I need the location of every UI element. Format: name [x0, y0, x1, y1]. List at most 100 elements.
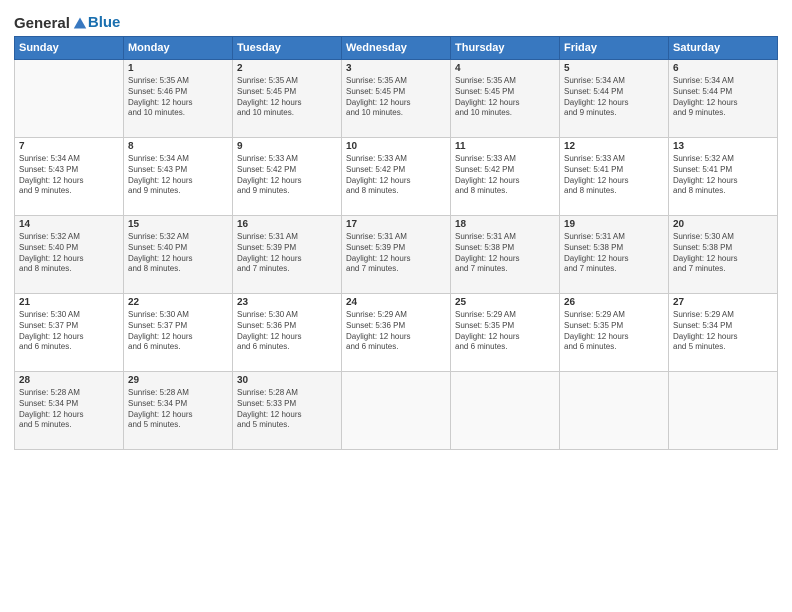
- calendar-day-cell: 25Sunrise: 5:29 AMSunset: 5:35 PMDayligh…: [451, 294, 560, 372]
- day-info: Sunrise: 5:29 AMSunset: 5:35 PMDaylight:…: [564, 310, 664, 353]
- day-info: Sunrise: 5:30 AMSunset: 5:37 PMDaylight:…: [19, 310, 119, 353]
- day-info: Sunrise: 5:30 AMSunset: 5:36 PMDaylight:…: [237, 310, 337, 353]
- calendar-day-cell: 18 Sunrise: 5:31 AMSunset: 5:38 PMDayligh…: [451, 216, 560, 294]
- day-number: 8: [128, 141, 228, 152]
- day-number: 5: [564, 63, 664, 74]
- day-info: Sunrise: 5:33 AMSunset: 5:42 PMDaylight:…: [237, 154, 337, 197]
- calendar-day-cell: 26Sunrise: 5:29 AMSunset: 5:35 PMDayligh…: [560, 294, 669, 372]
- day-info: Sunrise: 5:31 AMSunset: 5:38 PMDaylight:…: [564, 232, 664, 275]
- calendar-day-cell: 17 Sunrise: 5:31 AMSunset: 5:39 PMDayligh…: [342, 216, 451, 294]
- day-number: 7: [19, 141, 119, 152]
- day-info: Sunrise: 5:34 AMSunset: 5:44 PMDaylight:…: [564, 76, 664, 119]
- calendar-day-cell: 5 Sunrise: 5:34 AMSunset: 5:44 PMDaylight…: [560, 60, 669, 138]
- calendar-day-cell: 13 Sunrise: 5:32 AMSunset: 5:41 PMDayligh…: [669, 138, 778, 216]
- calendar-day-cell: [669, 372, 778, 450]
- day-number: 6: [673, 63, 773, 74]
- day-info: Sunrise: 5:32 AMSunset: 5:41 PMDaylight:…: [673, 154, 773, 197]
- day-number: 9: [237, 141, 337, 152]
- day-number: 17: [346, 219, 446, 230]
- day-info: Sunrise: 5:31 AMSunset: 5:39 PMDaylight:…: [346, 232, 446, 275]
- day-number: 13: [673, 141, 773, 152]
- calendar-day-cell: [560, 372, 669, 450]
- calendar-day-cell: 10 Sunrise: 5:33 AMSunset: 5:42 PMDayligh…: [342, 138, 451, 216]
- weekday-header-cell: Wednesday: [342, 37, 451, 60]
- logo-icon: [72, 16, 88, 30]
- day-number: 11: [455, 141, 555, 152]
- day-info: Sunrise: 5:30 AMSunset: 5:38 PMDaylight:…: [673, 232, 773, 275]
- weekday-header-cell: Sunday: [15, 37, 124, 60]
- logo-blue: Blue: [88, 14, 121, 31]
- calendar-day-cell: 4 Sunrise: 5:35 AMSunset: 5:45 PMDaylight…: [451, 60, 560, 138]
- day-info: Sunrise: 5:29 AMSunset: 5:34 PMDaylight:…: [673, 310, 773, 353]
- calendar-day-cell: [451, 372, 560, 450]
- day-number: 20: [673, 219, 773, 230]
- day-number: 24: [346, 297, 446, 308]
- logo-general: General: [14, 15, 70, 32]
- day-info: Sunrise: 5:28 AMSunset: 5:34 PMDaylight:…: [19, 388, 119, 431]
- weekday-header-cell: Friday: [560, 37, 669, 60]
- day-number: 18: [455, 219, 555, 230]
- calendar-day-cell: 12 Sunrise: 5:33 AMSunset: 5:41 PMDayligh…: [560, 138, 669, 216]
- day-number: 27: [673, 297, 773, 308]
- calendar-day-cell: 2Sunrise: 5:35 AMSunset: 5:45 PMDaylight…: [233, 60, 342, 138]
- calendar-week-row: 7 Sunrise: 5:34 AMSunset: 5:43 PMDaylight…: [15, 138, 778, 216]
- calendar-day-cell: 6 Sunrise: 5:34 AMSunset: 5:44 PMDaylight…: [669, 60, 778, 138]
- day-number: 10: [346, 141, 446, 152]
- calendar-day-cell: 14Sunrise: 5:32 AMSunset: 5:40 PMDayligh…: [15, 216, 124, 294]
- day-number: 12: [564, 141, 664, 152]
- calendar-day-cell: 23 Sunrise: 5:30 AMSunset: 5:36 PMDayligh…: [233, 294, 342, 372]
- day-number: 19: [564, 219, 664, 230]
- logo: General Blue: [14, 14, 120, 32]
- day-number: 30: [237, 375, 337, 386]
- day-number: 21: [19, 297, 119, 308]
- calendar-day-cell: 11Sunrise: 5:33 AMSunset: 5:42 PMDayligh…: [451, 138, 560, 216]
- day-number: 2: [237, 63, 337, 74]
- day-number: 1: [128, 63, 228, 74]
- day-info: Sunrise: 5:31 AMSunset: 5:38 PMDaylight:…: [455, 232, 555, 275]
- day-info: Sunrise: 5:30 AMSunset: 5:37 PMDaylight:…: [128, 310, 228, 353]
- calendar-table: SundayMondayTuesdayWednesdayThursdayFrid…: [14, 36, 778, 450]
- calendar-day-cell: 30 Sunrise: 5:28 AMSunset: 5:33 PMDayligh…: [233, 372, 342, 450]
- calendar-week-row: 21 Sunrise: 5:30 AMSunset: 5:37 PMDayligh…: [15, 294, 778, 372]
- calendar-day-cell: 20 Sunrise: 5:30 AMSunset: 5:38 PMDayligh…: [669, 216, 778, 294]
- day-number: 16: [237, 219, 337, 230]
- day-info: Sunrise: 5:33 AMSunset: 5:41 PMDaylight:…: [564, 154, 664, 197]
- calendar-day-cell: [342, 372, 451, 450]
- day-info: Sunrise: 5:35 AMSunset: 5:45 PMDaylight:…: [346, 76, 446, 119]
- day-number: 3: [346, 63, 446, 74]
- calendar-day-cell: 27 Sunrise: 5:29 AMSunset: 5:34 PMDayligh…: [669, 294, 778, 372]
- day-number: 22: [128, 297, 228, 308]
- calendar-day-cell: 21 Sunrise: 5:30 AMSunset: 5:37 PMDayligh…: [15, 294, 124, 372]
- weekday-header-cell: Monday: [124, 37, 233, 60]
- calendar-day-cell: 16 Sunrise: 5:31 AMSunset: 5:39 PMDayligh…: [233, 216, 342, 294]
- header: General Blue: [14, 10, 778, 32]
- day-info: Sunrise: 5:35 AMSunset: 5:45 PMDaylight:…: [455, 76, 555, 119]
- calendar-day-cell: 7 Sunrise: 5:34 AMSunset: 5:43 PMDaylight…: [15, 138, 124, 216]
- day-number: 23: [237, 297, 337, 308]
- calendar-day-cell: 22 Sunrise: 5:30 AMSunset: 5:37 PMDayligh…: [124, 294, 233, 372]
- calendar-week-row: 1 Sunrise: 5:35 AMSunset: 5:46 PMDaylight…: [15, 60, 778, 138]
- day-info: Sunrise: 5:28 AMSunset: 5:34 PMDaylight:…: [128, 388, 228, 431]
- day-info: Sunrise: 5:28 AMSunset: 5:33 PMDaylight:…: [237, 388, 337, 431]
- day-info: Sunrise: 5:34 AMSunset: 5:43 PMDaylight:…: [19, 154, 119, 197]
- day-number: 29: [128, 375, 228, 386]
- day-info: Sunrise: 5:29 AMSunset: 5:35 PMDaylight:…: [455, 310, 555, 353]
- day-info: Sunrise: 5:33 AMSunset: 5:42 PMDaylight:…: [346, 154, 446, 197]
- day-info: Sunrise: 5:35 AMSunset: 5:46 PMDaylight:…: [128, 76, 228, 119]
- weekday-header-row: SundayMondayTuesdayWednesdayThursdayFrid…: [15, 37, 778, 60]
- calendar-day-cell: 8Sunrise: 5:34 AMSunset: 5:43 PMDaylight…: [124, 138, 233, 216]
- weekday-header-cell: Tuesday: [233, 37, 342, 60]
- calendar-body: 1 Sunrise: 5:35 AMSunset: 5:46 PMDaylight…: [15, 60, 778, 450]
- calendar-week-row: 14Sunrise: 5:32 AMSunset: 5:40 PMDayligh…: [15, 216, 778, 294]
- calendar-day-cell: 9 Sunrise: 5:33 AMSunset: 5:42 PMDaylight…: [233, 138, 342, 216]
- weekday-header-cell: Thursday: [451, 37, 560, 60]
- day-info: Sunrise: 5:32 AMSunset: 5:40 PMDaylight:…: [19, 232, 119, 275]
- calendar-day-cell: 15Sunrise: 5:32 AMSunset: 5:40 PMDayligh…: [124, 216, 233, 294]
- day-number: 4: [455, 63, 555, 74]
- calendar-day-cell: 29 Sunrise: 5:28 AMSunset: 5:34 PMDayligh…: [124, 372, 233, 450]
- calendar-week-row: 28Sunrise: 5:28 AMSunset: 5:34 PMDayligh…: [15, 372, 778, 450]
- day-number: 15: [128, 219, 228, 230]
- calendar-day-cell: 24Sunrise: 5:29 AMSunset: 5:36 PMDayligh…: [342, 294, 451, 372]
- day-info: Sunrise: 5:34 AMSunset: 5:44 PMDaylight:…: [673, 76, 773, 119]
- day-info: Sunrise: 5:31 AMSunset: 5:39 PMDaylight:…: [237, 232, 337, 275]
